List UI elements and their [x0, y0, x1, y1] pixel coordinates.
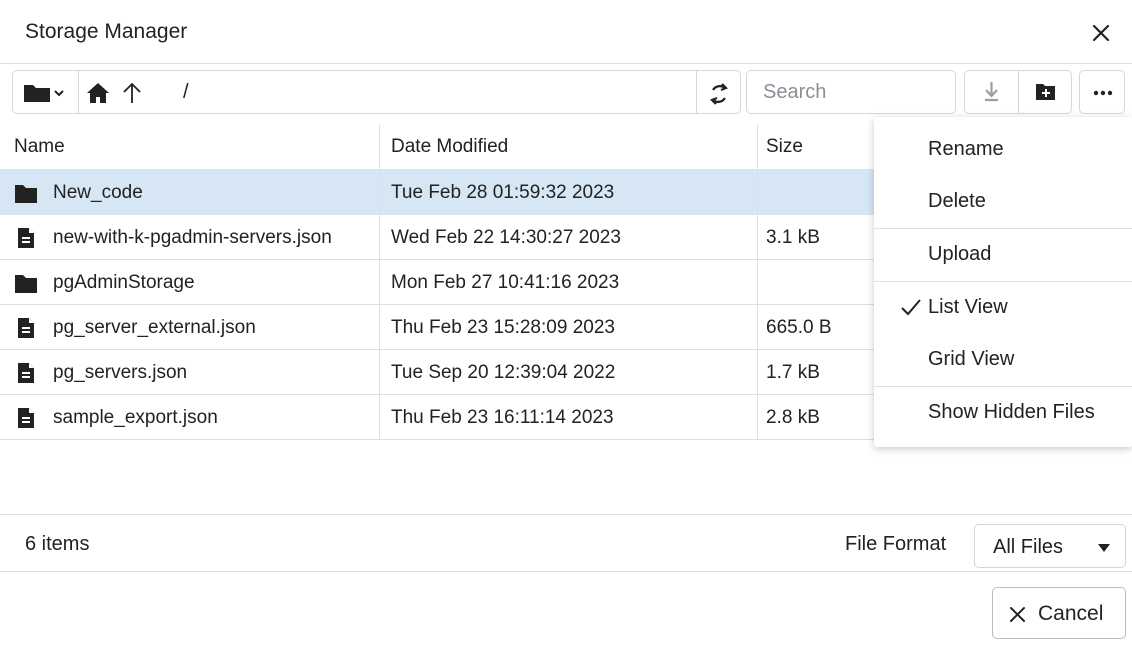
- cell-name: New_code: [0, 170, 380, 214]
- ellipsis-icon: [1093, 90, 1113, 96]
- menu-item-rename[interactable]: Rename: [874, 124, 1132, 176]
- menu-item-label: Show Hidden Files: [928, 401, 1095, 423]
- new-folder-icon[interactable]: [1019, 71, 1072, 113]
- cell-name: pgAdminStorage: [0, 260, 380, 304]
- file-name: sample_export.json: [53, 407, 218, 428]
- home-icon[interactable]: [86, 82, 110, 104]
- column-header-date-modified[interactable]: Date Modified: [380, 124, 758, 169]
- dialog-title: Storage Manager: [25, 20, 188, 43]
- path-bar: /: [12, 70, 741, 114]
- dialog-titlebar: Storage Manager: [0, 0, 1132, 64]
- file-name: new-with-k-pgadmin-servers.json: [53, 227, 332, 248]
- cell-name: pg_servers.json: [0, 350, 380, 394]
- cancel-label: Cancel: [1038, 602, 1104, 625]
- download-icon[interactable]: [965, 71, 1018, 113]
- context-menu: Rename Delete Upload List View Grid View…: [874, 117, 1132, 447]
- arrow-up-icon[interactable]: [121, 81, 143, 105]
- close-icon[interactable]: [1090, 22, 1112, 44]
- caret-down-icon: [1098, 544, 1110, 552]
- cell-date-modified: Tue Feb 28 01:59:32 2023: [380, 170, 758, 214]
- file-format-select[interactable]: All Files: [974, 524, 1126, 568]
- folder-dropdown-icon[interactable]: [23, 83, 65, 103]
- menu-item-label: Rename: [928, 138, 1004, 160]
- file-icon: [18, 363, 34, 383]
- menu-item-label: List View: [928, 296, 1008, 318]
- menu-item-upload[interactable]: Upload: [874, 229, 1132, 281]
- menu-item-show-hidden-files[interactable]: Show Hidden Files: [874, 387, 1132, 439]
- toolbar-divider: [78, 71, 79, 113]
- search-input[interactable]: [746, 70, 956, 114]
- close-icon: [1010, 607, 1025, 622]
- file-format-value: All Files: [993, 536, 1064, 558]
- cancel-button[interactable]: Cancel: [992, 587, 1126, 639]
- toolbar-divider: [696, 71, 697, 113]
- file-icon: [18, 228, 34, 248]
- cell-date-modified: Thu Feb 23 16:11:14 2023: [380, 395, 758, 439]
- toolbar: /: [0, 64, 1132, 124]
- menu-item-label: Grid View: [928, 348, 1015, 370]
- menu-item-label: Delete: [928, 190, 986, 212]
- refresh-icon[interactable]: [706, 81, 732, 107]
- file-icon: [18, 318, 34, 338]
- file-name: pg_servers.json: [53, 362, 188, 383]
- column-header-name[interactable]: Name: [0, 124, 380, 169]
- file-name: pgAdminStorage: [53, 272, 195, 293]
- menu-item-list-view[interactable]: List View: [874, 282, 1132, 334]
- cell-name: pg_server_external.json: [0, 305, 380, 349]
- file-actions-group: [964, 70, 1072, 114]
- cell-name: sample_export.json: [0, 395, 380, 439]
- cell-date-modified: Wed Feb 22 14:30:27 2023: [380, 215, 758, 259]
- menu-item-delete[interactable]: Delete: [874, 176, 1132, 228]
- more-options-button[interactable]: [1079, 70, 1125, 114]
- cell-name: new-with-k-pgadmin-servers.json: [0, 215, 380, 259]
- folder-icon: [15, 185, 37, 203]
- folder-icon: [15, 275, 37, 293]
- cell-date-modified: Tue Sep 20 12:39:04 2022: [380, 350, 758, 394]
- check-icon: [901, 299, 921, 316]
- file-name: pg_server_external.json: [53, 317, 256, 338]
- status-bar: 6 items File Format All Files: [0, 514, 1132, 572]
- menu-item-label: Upload: [928, 243, 992, 265]
- cell-date-modified: Thu Feb 23 15:28:09 2023: [380, 305, 758, 349]
- current-path: /: [183, 81, 189, 103]
- file-icon: [18, 408, 34, 428]
- cell-date-modified: Mon Feb 27 10:41:16 2023: [380, 260, 758, 304]
- menu-item-grid-view[interactable]: Grid View: [874, 334, 1132, 386]
- file-name: New_code: [53, 182, 143, 203]
- item-count: 6 items: [25, 533, 90, 555]
- file-format-label: File Format: [845, 533, 947, 555]
